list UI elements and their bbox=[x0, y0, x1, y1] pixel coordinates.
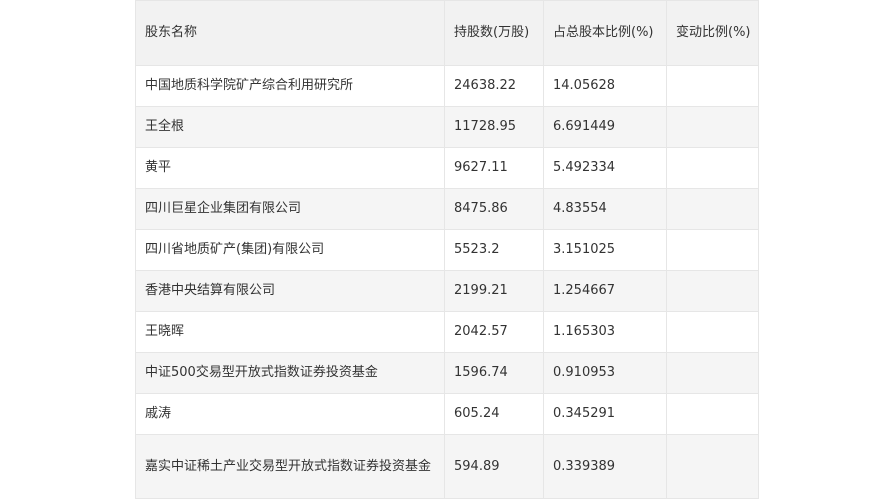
cell-shares: 24638.22 bbox=[444, 65, 544, 107]
cell-ratio: 0.339389 bbox=[543, 434, 667, 499]
cell-change bbox=[666, 434, 759, 499]
cell-ratio: 14.05628 bbox=[543, 65, 667, 107]
cell-name: 嘉实中证稀土产业交易型开放式指数证券投资基金 bbox=[135, 434, 445, 499]
cell-change bbox=[666, 188, 759, 230]
table-row: 王全根 11728.95 6.691449 bbox=[135, 106, 759, 148]
cell-name: 四川省地质矿产(集团)有限公司 bbox=[135, 229, 445, 271]
cell-change bbox=[666, 311, 759, 353]
cell-ratio: 0.345291 bbox=[543, 393, 667, 435]
cell-ratio: 0.910953 bbox=[543, 352, 667, 394]
header-change-ratio: 变动比例(%) bbox=[666, 0, 759, 66]
cell-name: 戚涛 bbox=[135, 393, 445, 435]
cell-shares: 2199.21 bbox=[444, 270, 544, 312]
cell-change bbox=[666, 270, 759, 312]
cell-shares: 9627.11 bbox=[444, 147, 544, 189]
table-row: 四川巨星企业集团有限公司 8475.86 4.83554 bbox=[135, 188, 759, 230]
cell-shares: 594.89 bbox=[444, 434, 544, 499]
shareholder-table-container: 股东名称 持股数(万股) 占总股本比例(%) 变动比例(%) 中国地质科学院矿产… bbox=[135, 0, 759, 499]
cell-ratio: 5.492334 bbox=[543, 147, 667, 189]
shareholder-table: 股东名称 持股数(万股) 占总股本比例(%) 变动比例(%) 中国地质科学院矿产… bbox=[135, 0, 759, 499]
header-share-ratio: 占总股本比例(%) bbox=[543, 0, 667, 66]
cell-change bbox=[666, 393, 759, 435]
cell-name: 四川巨星企业集团有限公司 bbox=[135, 188, 445, 230]
table-row: 四川省地质矿产(集团)有限公司 5523.2 3.151025 bbox=[135, 229, 759, 271]
cell-shares: 8475.86 bbox=[444, 188, 544, 230]
cell-shares: 5523.2 bbox=[444, 229, 544, 271]
cell-shares: 2042.57 bbox=[444, 311, 544, 353]
cell-ratio: 3.151025 bbox=[543, 229, 667, 271]
header-shareholder-name: 股东名称 bbox=[135, 0, 445, 66]
table-row: 香港中央结算有限公司 2199.21 1.254667 bbox=[135, 270, 759, 312]
cell-name: 中国地质科学院矿产综合利用研究所 bbox=[135, 65, 445, 107]
table-row: 嘉实中证稀土产业交易型开放式指数证券投资基金 594.89 0.339389 bbox=[135, 434, 759, 499]
cell-shares: 11728.95 bbox=[444, 106, 544, 148]
table-row: 戚涛 605.24 0.345291 bbox=[135, 393, 759, 435]
table-header-row: 股东名称 持股数(万股) 占总股本比例(%) 变动比例(%) bbox=[135, 0, 759, 66]
cell-change bbox=[666, 65, 759, 107]
cell-name: 王晓晖 bbox=[135, 311, 445, 353]
cell-name: 王全根 bbox=[135, 106, 445, 148]
cell-change bbox=[666, 352, 759, 394]
table-row: 中证500交易型开放式指数证券投资基金 1596.74 0.910953 bbox=[135, 352, 759, 394]
cell-name: 中证500交易型开放式指数证券投资基金 bbox=[135, 352, 445, 394]
cell-change bbox=[666, 106, 759, 148]
cell-ratio: 4.83554 bbox=[543, 188, 667, 230]
cell-ratio: 6.691449 bbox=[543, 106, 667, 148]
table-row: 中国地质科学院矿产综合利用研究所 24638.22 14.05628 bbox=[135, 65, 759, 107]
header-shares-held: 持股数(万股) bbox=[444, 0, 544, 66]
cell-shares: 605.24 bbox=[444, 393, 544, 435]
cell-ratio: 1.165303 bbox=[543, 311, 667, 353]
table-row: 王晓晖 2042.57 1.165303 bbox=[135, 311, 759, 353]
cell-shares: 1596.74 bbox=[444, 352, 544, 394]
cell-change bbox=[666, 147, 759, 189]
cell-ratio: 1.254667 bbox=[543, 270, 667, 312]
cell-name: 黄平 bbox=[135, 147, 445, 189]
table-row: 黄平 9627.11 5.492334 bbox=[135, 147, 759, 189]
cell-name: 香港中央结算有限公司 bbox=[135, 270, 445, 312]
cell-change bbox=[666, 229, 759, 271]
